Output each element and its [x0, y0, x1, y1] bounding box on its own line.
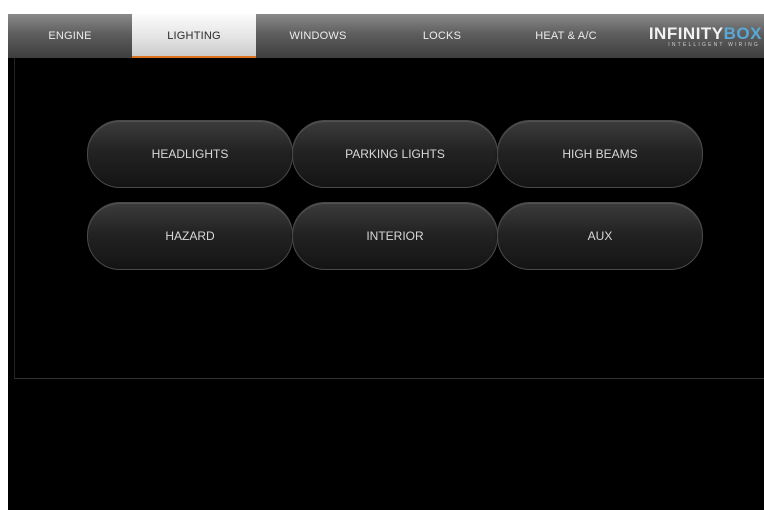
- brand-name: INFINITYBOX: [649, 24, 762, 44]
- hazard-button[interactable]: HAZARD: [87, 202, 293, 270]
- interior-button[interactable]: INTERIOR: [292, 202, 498, 270]
- brand-tagline: INTELLIGENT WIRING: [668, 42, 760, 48]
- tab-locks[interactable]: LOCKS: [380, 14, 504, 58]
- tab-lighting[interactable]: LIGHTING: [132, 14, 256, 58]
- lighting-panel: HEADLIGHTS PARKING LIGHTS HIGH BEAMS HAZ…: [14, 58, 764, 379]
- brand-logo: INFINITYBOX INTELLIGENT WIRING: [628, 14, 764, 58]
- tab-heat-ac[interactable]: HEAT & A/C: [504, 14, 628, 58]
- brand-name-accent: BOX: [723, 24, 762, 43]
- headlights-button[interactable]: HEADLIGHTS: [87, 120, 293, 188]
- brand-name-main: INFINITY: [648, 24, 724, 43]
- aux-button[interactable]: AUX: [497, 202, 703, 270]
- tab-engine[interactable]: ENGINE: [8, 14, 132, 58]
- app-screen: ENGINE LIGHTING WINDOWS LOCKS HEAT & A/C…: [8, 14, 764, 510]
- tab-windows[interactable]: WINDOWS: [256, 14, 380, 58]
- high-beams-button[interactable]: HIGH BEAMS: [497, 120, 703, 188]
- tab-bar: ENGINE LIGHTING WINDOWS LOCKS HEAT & A/C…: [8, 14, 764, 58]
- parking-lights-button[interactable]: PARKING LIGHTS: [292, 120, 498, 188]
